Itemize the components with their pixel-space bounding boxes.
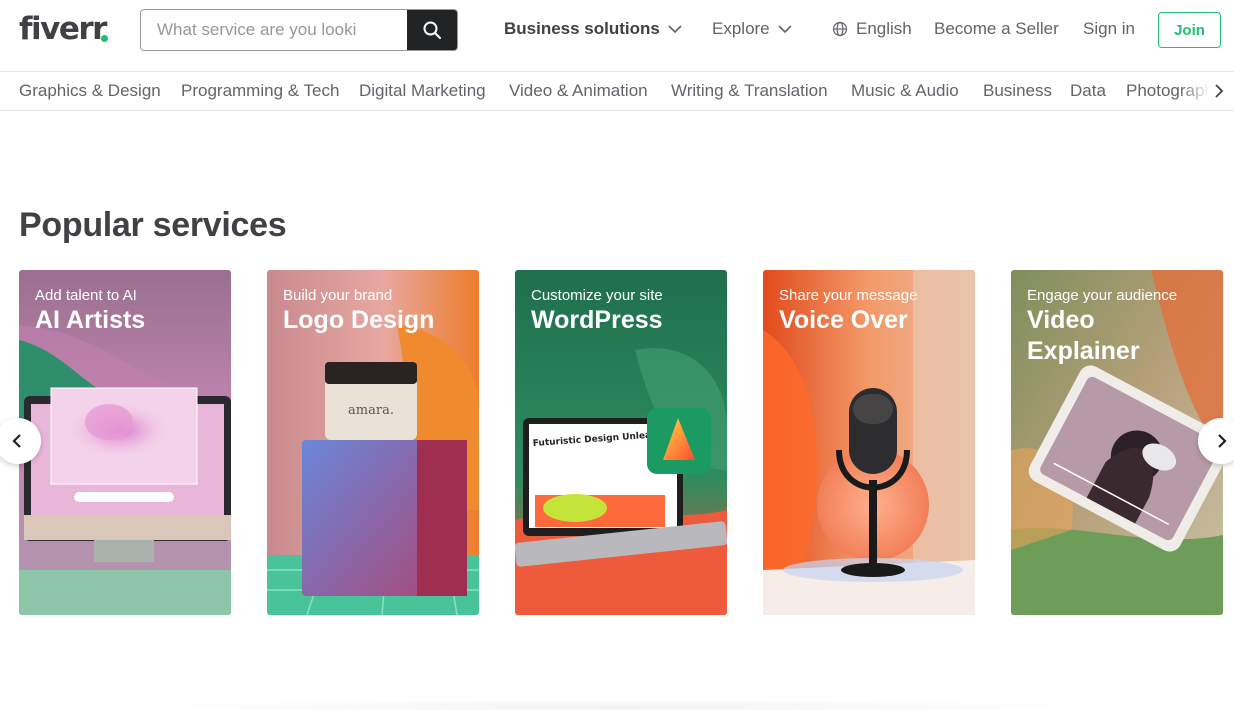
business-solutions-label: Business solutions: [504, 19, 660, 38]
chevron-down-icon: [668, 25, 682, 34]
top-header: fiverr Business solutions Explore Englis…: [0, 0, 1234, 71]
category-business[interactable]: Business: [983, 81, 1052, 101]
logo-design-image-text: amara.: [348, 403, 394, 418]
category-graphics-design[interactable]: Graphics & Design: [19, 81, 161, 101]
service-card-ai-artists[interactable]: Add talent to AI AI Artists: [19, 270, 231, 615]
category-data[interactable]: Data: [1070, 81, 1106, 101]
card-title: WordPress: [531, 306, 663, 334]
category-programming-tech[interactable]: Programming & Tech: [181, 81, 339, 101]
become-seller-link[interactable]: Become a Seller: [934, 19, 1059, 39]
sign-in-link[interactable]: Sign in: [1083, 19, 1135, 39]
language-selector[interactable]: English: [832, 19, 912, 39]
service-card-voice-over[interactable]: Share your message Voice Over: [763, 270, 975, 615]
card-subtitle: Add talent to AI: [35, 287, 137, 304]
category-digital-marketing[interactable]: Digital Marketing: [359, 81, 486, 101]
search-icon: [423, 21, 441, 39]
chevron-left-icon: [12, 434, 21, 448]
category-bar: Graphics & Design Programming & Tech Dig…: [0, 71, 1234, 111]
search-bar: [140, 9, 458, 51]
card-subtitle: Build your brand: [283, 287, 393, 304]
join-button[interactable]: Join: [1158, 12, 1221, 48]
business-solutions-menu[interactable]: Business solutions: [504, 19, 682, 39]
category-music-audio[interactable]: Music & Audio: [851, 81, 959, 101]
card-title: Video Explainer: [1027, 306, 1140, 365]
card-subtitle: Customize your site: [531, 287, 663, 304]
service-card-video-explainer[interactable]: Engage your audience Video Explainer: [1011, 270, 1223, 615]
chevron-right-icon[interactable]: [1210, 82, 1228, 100]
logo-dot: [101, 35, 108, 42]
service-card-logo-design[interactable]: amara. Build your brand Logo Design: [267, 270, 479, 615]
service-card-wordpress[interactable]: Futuristic Design Unleashed Customize yo…: [515, 270, 727, 615]
card-title: Logo Design: [283, 306, 435, 334]
language-label: English: [856, 19, 912, 38]
category-writing-translation[interactable]: Writing & Translation: [671, 81, 828, 101]
search-input[interactable]: [141, 10, 407, 50]
card-title: Voice Over: [779, 306, 908, 334]
globe-icon: [832, 21, 848, 37]
fiverr-logo[interactable]: fiverr: [19, 11, 107, 47]
card-subtitle: Engage your audience: [1027, 287, 1178, 304]
explore-label: Explore: [712, 19, 770, 38]
chevron-down-icon: [778, 25, 792, 34]
card-title: AI Artists: [35, 306, 146, 334]
search-button[interactable]: [407, 10, 457, 50]
category-video-animation[interactable]: Video & Animation: [509, 81, 648, 101]
chevron-right-icon: [1218, 434, 1227, 448]
section-title: Popular services: [19, 206, 287, 244]
explore-menu[interactable]: Explore: [712, 19, 792, 39]
section-bottom-shadow: [120, 700, 1120, 710]
card-subtitle: Share your message: [779, 287, 918, 304]
